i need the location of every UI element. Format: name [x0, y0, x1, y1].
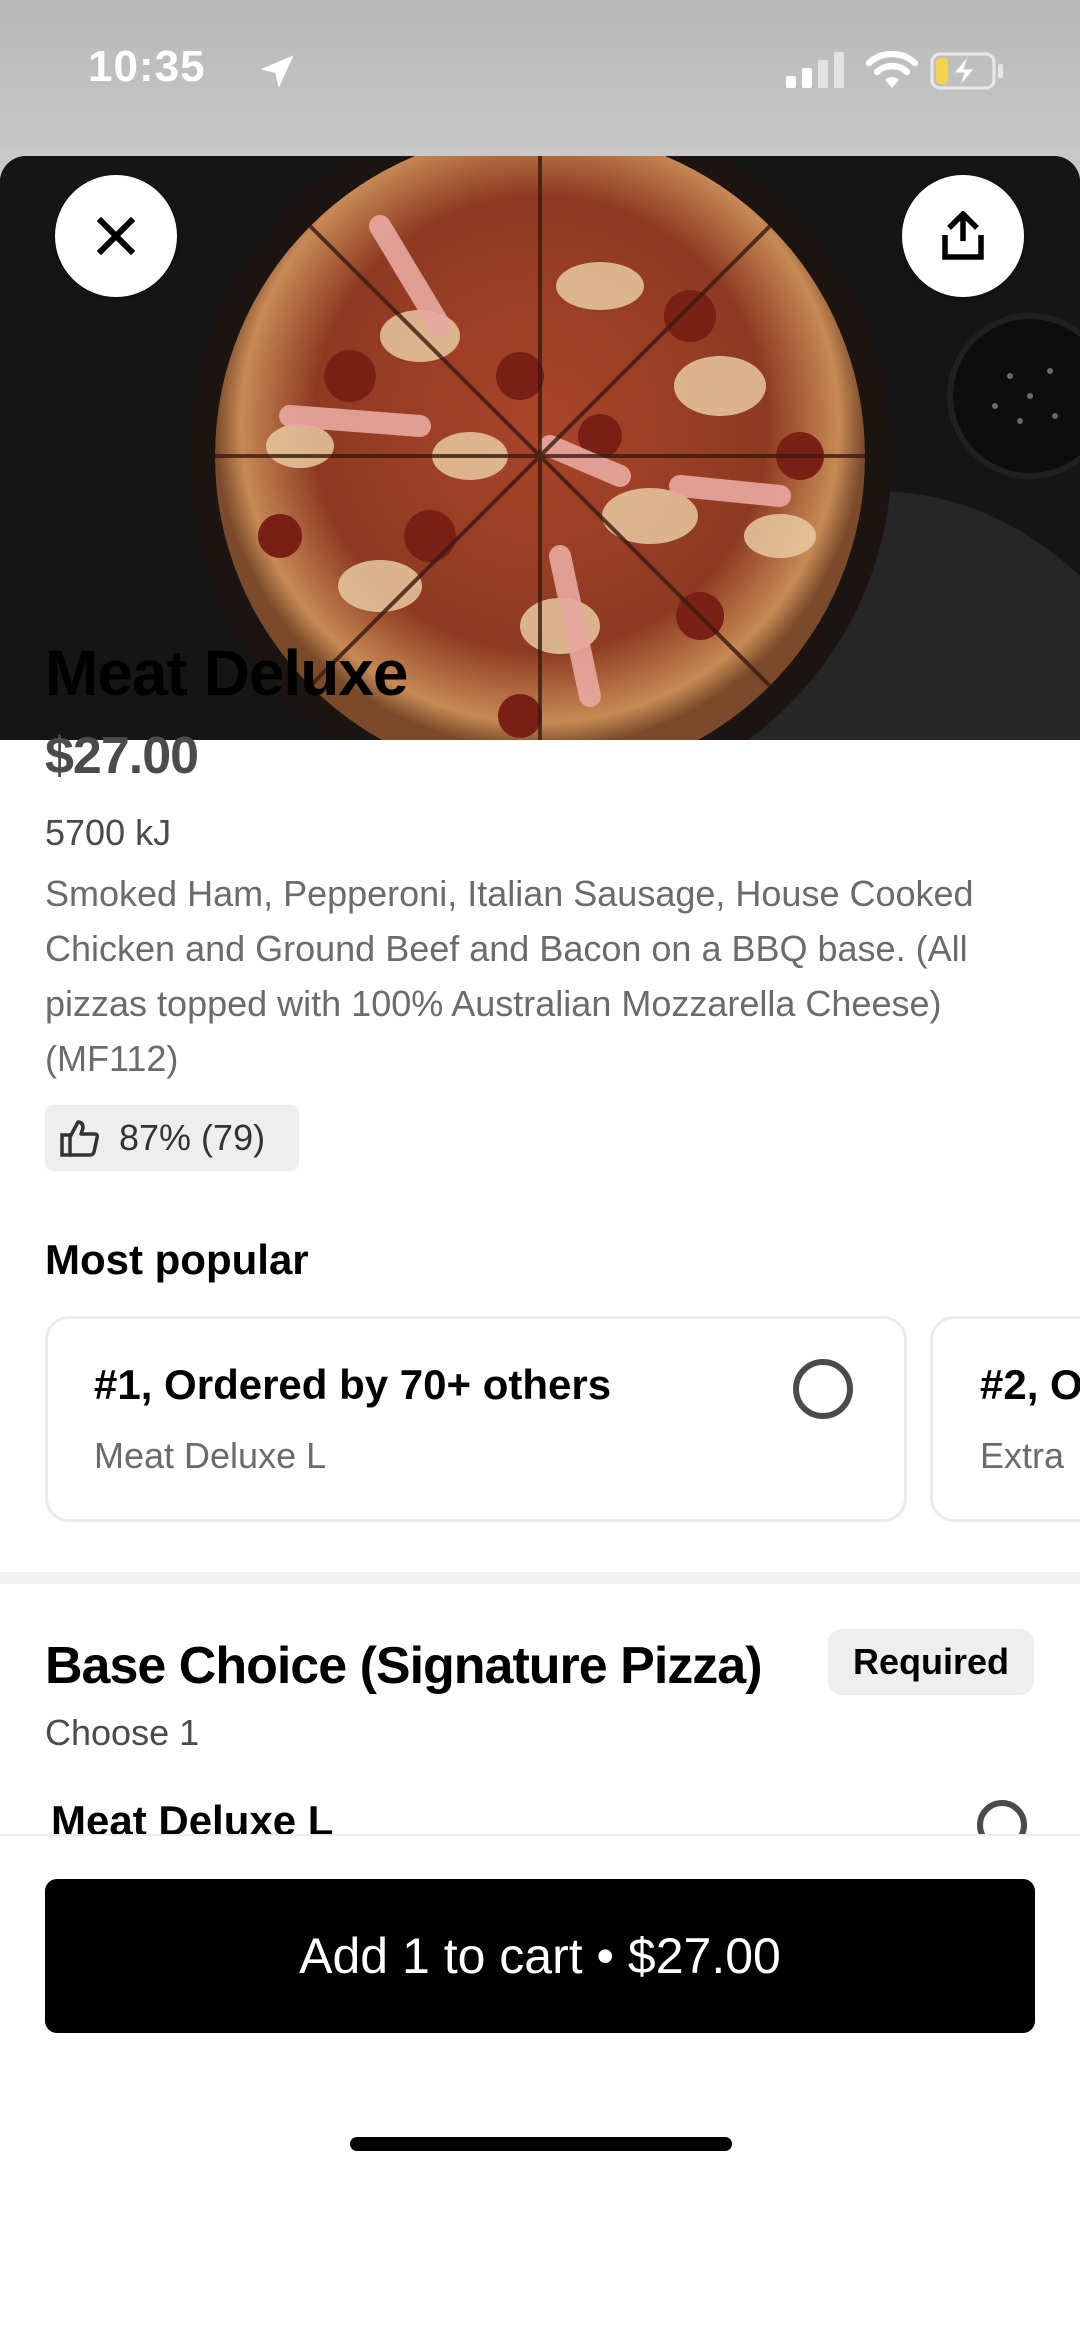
- popular-option-title: #2, O: [980, 1361, 1080, 1408]
- rating-text: 87% (79): [119, 1117, 266, 1158]
- most-popular-heading: Most popular: [45, 1236, 309, 1283]
- rating-badge: 87% (79): [45, 1105, 299, 1171]
- signal-icon: [786, 52, 844, 88]
- choose-instruction: Choose 1: [45, 1712, 200, 1753]
- item-detail-sheet: Meat Deluxe $27.00 5700 kJ Smoked Ham, P…: [0, 156, 1080, 2337]
- popular-option-card[interactable]: #2, O Extra: [930, 1316, 1080, 1522]
- popular-option-card[interactable]: #1, Ordered by 70+ others Meat Deluxe L: [45, 1316, 907, 1522]
- required-badge: Required: [828, 1629, 1034, 1695]
- battery-charging-icon: [930, 52, 1003, 90]
- status-time: 10:35: [88, 42, 206, 91]
- cart-footer: Add 1 to cart • $27.00: [0, 1834, 1080, 2183]
- popular-option-subtitle: Meat Deluxe L: [94, 1435, 327, 1476]
- section-divider: [0, 1572, 1080, 1584]
- base-choice-heading: Base Choice (Signature Pizza): [45, 1637, 763, 1695]
- status-bar: 10:35: [0, 0, 1080, 150]
- thumbs-up-icon: [60, 1120, 99, 1157]
- location-arrow-icon: [260, 55, 294, 88]
- popular-option-title: #1, Ordered by 70+ others: [94, 1361, 612, 1408]
- item-price: $27.00: [45, 727, 199, 785]
- item-title: Meat Deluxe: [45, 637, 408, 709]
- item-description: Smoked Ham, Pepperoni, Italian Sausage, …: [45, 873, 974, 1079]
- item-energy: 5700 kJ: [45, 812, 172, 853]
- popular-option-subtitle: Extra: [980, 1435, 1065, 1476]
- wifi-icon: [865, 50, 919, 88]
- add-to-cart-button[interactable]: Add 1 to cart • $27.00: [45, 1879, 1035, 2033]
- popular-option-radio[interactable]: [793, 1359, 853, 1419]
- home-indicator[interactable]: [350, 2137, 732, 2151]
